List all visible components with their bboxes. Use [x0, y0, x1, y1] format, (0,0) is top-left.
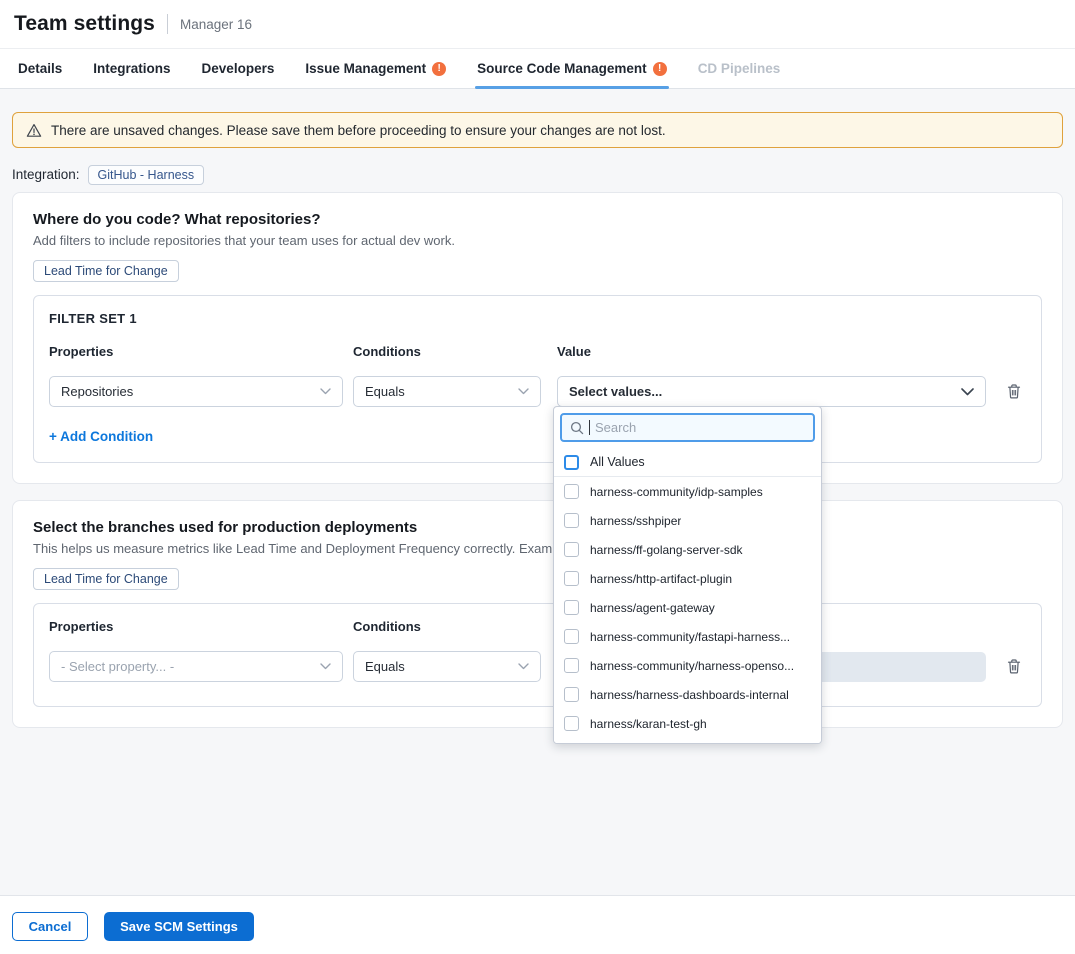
filter-set-label: FILTER SET 1: [49, 311, 1026, 326]
metric-chip-row: Lead Time for Change: [33, 260, 1042, 282]
checkbox-icon[interactable]: [564, 658, 579, 673]
filter-row: Repositories Equals Select values...: [49, 376, 1026, 407]
checkbox-icon[interactable]: [564, 571, 579, 586]
dropdown-search-box: [560, 413, 815, 442]
tab-integrations[interactable]: Integrations: [93, 49, 170, 88]
integration-row: Integration: GitHub - Harness: [12, 164, 1063, 185]
conditions-column-label: Conditions: [353, 619, 541, 634]
filter-set-panel: FILTER SET 1 Properties Conditions Value…: [33, 295, 1042, 463]
condition-select[interactable]: Equals: [353, 376, 541, 407]
metric-chip-row: Lead Time for Change: [33, 568, 1042, 590]
conditions-column-label: Conditions: [353, 344, 541, 359]
dropdown-option[interactable]: harness/http-artifact-plugin: [554, 564, 821, 593]
team-settings-page: Team settings Manager 16 Details Integra…: [0, 0, 1075, 954]
checkbox-icon[interactable]: [564, 542, 579, 557]
branches-card-subtitle: This helps us measure metrics like Lead …: [33, 541, 1042, 556]
team-name-label: Manager 16: [180, 17, 252, 32]
chevron-down-icon: [320, 388, 331, 395]
dropdown-option[interactable]: harness/harness-dashboards-internal: [554, 680, 821, 709]
branch-condition-select[interactable]: Equals: [353, 651, 541, 682]
title-divider: [167, 14, 168, 34]
delete-filter-button[interactable]: [1004, 656, 1024, 677]
dropdown-option[interactable]: harness-community/harness-openso...: [554, 651, 821, 680]
content-area: There are unsaved changes. Please save t…: [0, 89, 1075, 895]
properties-column-label: Properties: [49, 619, 343, 634]
checkbox-icon[interactable]: [564, 513, 579, 528]
repositories-card-subtitle: Add filters to include repositories that…: [33, 233, 1042, 248]
branches-card-title: Select the branches used for production …: [33, 519, 1042, 536]
lead-time-chip: Lead Time for Change: [33, 260, 179, 282]
page-title: Team settings: [14, 12, 155, 36]
dropdown-option[interactable]: harness/sshpiper: [554, 506, 821, 535]
chevron-down-icon: [320, 663, 331, 670]
checkbox-icon[interactable]: [564, 687, 579, 702]
add-condition-row: + Add Condition: [49, 428, 1026, 446]
value-multiselect[interactable]: Select values...: [557, 376, 986, 407]
lead-time-chip: Lead Time for Change: [33, 568, 179, 590]
delete-filter-button[interactable]: [1004, 381, 1024, 402]
repositories-card-title: Where do you code? What repositories?: [33, 211, 1042, 228]
unsaved-changes-banner: There are unsaved changes. Please save t…: [12, 112, 1063, 148]
integration-label: Integration:: [12, 167, 80, 182]
cancel-button[interactable]: Cancel: [12, 912, 88, 941]
column-headers: Properties Conditions: [49, 619, 1026, 634]
column-headers: Properties Conditions Value: [49, 344, 1026, 359]
filter-row: - Select property... - Equals: [49, 651, 1026, 682]
checkbox-icon[interactable]: [564, 484, 579, 499]
value-dropdown-panel: All Values harness-community/idp-samples…: [553, 406, 822, 744]
tab-developers[interactable]: Developers: [202, 49, 275, 88]
trash-icon: [1006, 383, 1022, 400]
search-icon: [570, 421, 584, 435]
text-cursor: [589, 420, 590, 435]
save-scm-settings-button[interactable]: Save SCM Settings: [104, 912, 254, 941]
properties-column-label: Properties: [49, 344, 343, 359]
dropdown-option[interactable]: harness/ff-golang-server-sdk: [554, 535, 821, 564]
page-header: Team settings Manager 16: [0, 0, 1075, 48]
warning-badge-icon: !: [432, 62, 446, 76]
tab-cd-pipelines: CD Pipelines: [698, 49, 781, 88]
settings-tabbar: Details Integrations Developers Issue Ma…: [0, 48, 1075, 89]
tab-issue-management[interactable]: Issue Management !: [305, 49, 446, 88]
trash-icon: [1006, 658, 1022, 675]
branches-card: Select the branches used for production …: [12, 500, 1063, 728]
warning-badge-icon: !: [653, 62, 667, 76]
chevron-down-icon: [518, 388, 529, 395]
branch-property-select[interactable]: - Select property... -: [49, 651, 343, 682]
warning-triangle-icon: [26, 123, 42, 138]
chevron-down-icon: [518, 663, 529, 670]
dropdown-option[interactable]: harness/karan-test-gh: [554, 709, 821, 738]
dropdown-option[interactable]: harness-community/idp-samples: [554, 477, 821, 506]
dropdown-option[interactable]: harness-community/fastapi-harness...: [554, 622, 821, 651]
chevron-down-icon: [961, 388, 974, 396]
dropdown-option[interactable]: harness/agent-gateway: [554, 593, 821, 622]
checkbox-icon[interactable]: [564, 716, 579, 731]
value-column-label: Value: [557, 344, 986, 359]
search-input[interactable]: [595, 420, 805, 435]
banner-text: There are unsaved changes. Please save t…: [51, 123, 666, 138]
checkbox-icon[interactable]: [564, 600, 579, 615]
dropdown-search-wrap: [560, 413, 815, 442]
repositories-card: Where do you code? What repositories? Ad…: [12, 192, 1063, 484]
dropdown-option-clipped[interactable]: harness/...: [554, 738, 821, 744]
tab-details[interactable]: Details: [18, 49, 62, 88]
checkbox-icon[interactable]: [564, 455, 579, 470]
integration-chip: GitHub - Harness: [88, 165, 205, 185]
all-values-option[interactable]: All Values: [554, 448, 821, 477]
checkbox-icon[interactable]: [564, 629, 579, 644]
footer-actions: Cancel Save SCM Settings: [0, 895, 1075, 954]
add-condition-button[interactable]: + Add Condition: [49, 429, 153, 444]
property-select[interactable]: Repositories: [49, 376, 343, 407]
branch-filter-panel: Properties Conditions - Select property.…: [33, 603, 1042, 707]
tab-source-code-management[interactable]: Source Code Management !: [477, 49, 667, 88]
